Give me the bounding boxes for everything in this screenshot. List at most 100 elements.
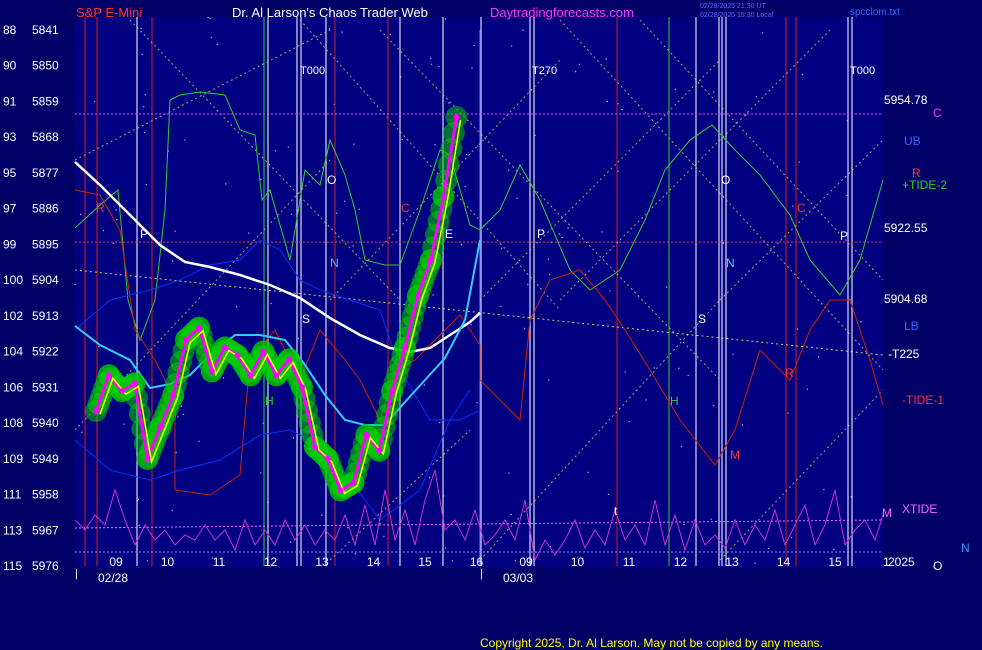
- x-hour-tick: 10: [571, 555, 585, 569]
- star-dot: [501, 247, 503, 250]
- star-dot: [74, 283, 76, 286]
- star-dot: [549, 273, 551, 276]
- star-dot: [527, 283, 529, 286]
- x-date-marker: |: [75, 568, 78, 580]
- symbol-label: S&P E-Mini: [76, 5, 142, 20]
- price-point: [414, 292, 421, 299]
- price-point: [376, 447, 383, 454]
- star-dot: [430, 57, 432, 60]
- chart-annotation: N: [726, 256, 735, 270]
- star-dot: [508, 472, 510, 474]
- price-point: [196, 324, 202, 331]
- star-dot: [790, 244, 792, 246]
- price-point: [299, 384, 305, 391]
- site-link[interactable]: Daytradingforecasts.com: [490, 5, 634, 20]
- chart-annotation: S: [698, 312, 706, 326]
- star-dot: [297, 337, 299, 340]
- star-dot: [123, 423, 125, 425]
- price-point: [453, 114, 460, 121]
- chart-annotation: O: [721, 173, 730, 187]
- y-price-tick: 5868: [32, 130, 59, 144]
- price-point: [144, 455, 151, 462]
- star-dot: [448, 102, 450, 104]
- chart-annotation: R: [785, 366, 794, 380]
- right-series-label: N: [961, 541, 970, 555]
- x-hour-tick: 09: [109, 555, 123, 569]
- star-dot: [236, 306, 238, 308]
- star-dot: [423, 384, 426, 386]
- star-dot: [561, 236, 563, 239]
- right-series-label: XTIDE: [902, 502, 937, 516]
- star-dot: [823, 488, 825, 491]
- star-dot: [270, 302, 272, 305]
- x-date-marker: |: [480, 568, 483, 580]
- star-dot: [140, 27, 142, 30]
- star-dot: [138, 524, 140, 527]
- star-dot: [292, 437, 295, 439]
- chart-annotation: E: [445, 227, 453, 241]
- star-dot: [787, 412, 789, 414]
- price-point: [260, 348, 267, 355]
- price-point: [273, 372, 280, 379]
- star-dot: [335, 212, 338, 214]
- right-series-label: 2025: [888, 555, 915, 569]
- star-dot: [248, 232, 250, 234]
- x-date-label: 02/28: [98, 571, 128, 585]
- y-price-tick: 5958: [32, 488, 59, 502]
- y-index-tick: 90: [3, 59, 17, 73]
- chart-annotation: O: [327, 173, 336, 187]
- star-dot: [683, 523, 685, 526]
- star-dot: [260, 178, 262, 181]
- y-index-tick: 88: [3, 23, 17, 37]
- star-dot: [102, 229, 105, 232]
- star-dot: [522, 29, 524, 31]
- star-dot: [678, 367, 680, 370]
- chaos-trader-chart: 115 5976 113 5967 111 5958 109 5949 108 5940 106 59…: [3, 3, 970, 650]
- right-series-label: UB: [904, 134, 921, 148]
- star-dot: [439, 421, 441, 424]
- y-index-tick: 100: [3, 273, 23, 287]
- star-dot: [624, 371, 626, 373]
- star-dot: [352, 245, 354, 247]
- star-dot: [628, 421, 630, 423]
- star-dot: [353, 143, 355, 145]
- copyright-footer: Copyright 2025, Dr. Al Larson. May not b…: [480, 636, 823, 650]
- y-price-tick: 5976: [32, 559, 59, 573]
- star-dot: [328, 28, 331, 30]
- price-point: [118, 388, 125, 395]
- star-dot: [587, 471, 589, 474]
- right-series-label: O: [933, 559, 942, 573]
- star-dot: [260, 472, 262, 474]
- star-dot: [508, 169, 510, 171]
- star-dot: [674, 88, 677, 91]
- chart-annotation: M: [730, 448, 740, 462]
- x-hour-tick: 15: [418, 555, 432, 569]
- price-point: [221, 344, 228, 351]
- star-dot: [510, 513, 512, 516]
- star-dot: [112, 242, 115, 244]
- y-price-tick: 5967: [32, 523, 59, 537]
- star-dot: [470, 324, 472, 326]
- star-dot: [444, 547, 447, 549]
- x-hour-tick: 11: [623, 555, 636, 569]
- star-dot: [606, 100, 608, 103]
- star-dot: [389, 33, 391, 36]
- star-dot: [601, 231, 603, 233]
- star-dot: [516, 197, 518, 200]
- price-point: [389, 388, 396, 395]
- star-dot: [444, 18, 447, 20]
- y-index-tick: 102: [3, 309, 23, 323]
- star-dot: [767, 547, 770, 550]
- right-series-label: -TIDE-1: [902, 393, 944, 407]
- y-index-tick: 104: [3, 345, 23, 359]
- star-dot: [430, 63, 433, 65]
- star-dot: [290, 213, 293, 215]
- y-index-tick: 113: [3, 523, 22, 537]
- y-index-tick: 99: [3, 237, 17, 251]
- star-dot: [567, 227, 569, 229]
- star-dot: [510, 45, 513, 47]
- y-index-tick: 108: [3, 416, 23, 430]
- price-point: [234, 352, 241, 359]
- right-series-label: LB: [904, 319, 919, 333]
- star-dot: [609, 290, 611, 292]
